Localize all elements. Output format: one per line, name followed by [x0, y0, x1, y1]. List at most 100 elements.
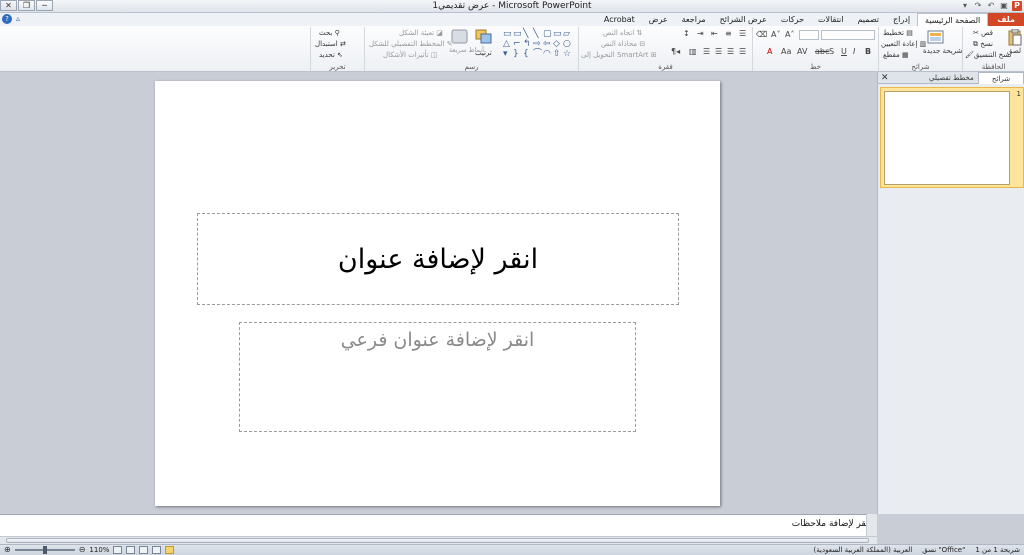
quick-styles-button[interactable]: أنماط سريعة [449, 47, 484, 54]
save-icon[interactable]: ▣ [999, 1, 1009, 11]
clear-formatting-icon[interactable]: ⌫ [756, 30, 767, 39]
reading-view-icon[interactable] [139, 546, 149, 554]
grow-font-icon[interactable]: A˄ [785, 30, 794, 39]
underline-icon[interactable]: U [841, 47, 847, 56]
align-text-button[interactable]: محاذاة النص ⊟ [601, 40, 645, 48]
shapes-gallery[interactable]: ▭ ▭ ╲ ╲ ▢ ▭ ▱ △ ⌐ ↰ ⇨ ⇦ ◇ ○ ▾ } { ⌒ ◠ ⇧ … [503, 29, 573, 59]
brace-shape-icon[interactable]: { [523, 49, 529, 59]
paste-icon[interactable] [1007, 28, 1023, 47]
zoom-slider-knob[interactable] [42, 546, 47, 554]
horizontal-scrollbar[interactable] [0, 536, 877, 544]
change-case-icon[interactable]: Aa [781, 47, 791, 56]
tab-6[interactable]: عرض الشرائح [713, 13, 774, 26]
zoom-in-icon[interactable]: ⊕ [4, 545, 11, 555]
fit-to-window-icon[interactable] [113, 546, 123, 554]
elbow-shape-icon[interactable]: ↰ [523, 39, 531, 49]
arrow-shape-icon[interactable]: ⇦ [543, 39, 551, 49]
numbering-icon[interactable]: ≡ [725, 29, 732, 38]
shrink-font-icon[interactable]: A˅ [771, 30, 780, 39]
oval-shape-icon[interactable]: ○ [563, 39, 571, 49]
zoom-slider[interactable] [14, 546, 75, 554]
align-center-icon[interactable]: ☰ [727, 47, 734, 56]
block-arrow-shape-icon[interactable]: ⇧ [553, 49, 561, 59]
tab-outline[interactable]: مخطط تفصيلي [924, 72, 979, 84]
zoom-out-icon[interactable]: ⊖ [79, 545, 86, 555]
italic-icon[interactable]: I [853, 47, 855, 56]
cut-button[interactable]: ✂ قص [973, 29, 993, 37]
shape-fill-button[interactable]: تعبئة الشكل ◪ [399, 29, 443, 37]
rectangle-shape-icon[interactable]: ▭ [513, 29, 522, 39]
font-color-icon[interactable]: A [767, 47, 772, 56]
replace-button[interactable]: استبدال ⇄ [315, 40, 346, 48]
help-icon[interactable]: ? [2, 14, 12, 24]
character-spacing-icon[interactable]: AV [797, 47, 807, 56]
bold-icon[interactable]: B [865, 47, 871, 56]
line-shape-icon[interactable]: ╲ [533, 29, 538, 39]
tab-4[interactable]: انتقالات [811, 13, 850, 26]
rtl-icon[interactable]: ¶◂ [671, 47, 680, 56]
tab-1[interactable]: الصفحة الرئيسية [917, 13, 989, 26]
gallery-more-icon[interactable]: ▾ [503, 49, 508, 59]
shape-outline-button[interactable]: المخطط التفصيلي للشكل ✎ [369, 40, 453, 48]
decrease-indent-icon[interactable]: ⇤ [711, 29, 718, 38]
new-slide-button[interactable]: شريحة جديدة [923, 47, 962, 55]
horizontal-scroll-thumb[interactable] [6, 538, 869, 543]
bullets-icon[interactable]: ☰ [739, 29, 746, 38]
format-painter-button[interactable]: 🖌نسخ التنسيق [965, 51, 1011, 59]
redo-icon[interactable]: ↷ [973, 1, 983, 11]
copy-button[interactable]: ⧉ نسخ [973, 40, 993, 49]
notes-vertical-scrollbar[interactable] [866, 514, 877, 536]
arrow-shape-icon[interactable]: ⇨ [533, 39, 541, 49]
reset-button[interactable]: إعادة التعيين ▥ [881, 40, 926, 48]
slide-thumbnail-selected[interactable]: 1 [880, 87, 1024, 188]
select-button[interactable]: تحديد ⇖ [319, 51, 343, 59]
rect-shape-icon[interactable]: ▭ [553, 29, 562, 39]
diamond-shape-icon[interactable]: ◇ [553, 39, 560, 49]
curve-shape-icon[interactable]: ⌒ [533, 49, 542, 59]
text-shadow-icon[interactable]: S [829, 47, 834, 56]
new-slide-icon[interactable] [927, 30, 944, 48]
close-pane-icon[interactable]: ✕ [881, 72, 889, 84]
tab-5[interactable]: حركات [774, 13, 811, 26]
brace-shape-icon[interactable]: } [513, 49, 519, 59]
quick-styles-icon[interactable] [451, 29, 468, 47]
tab-slides[interactable]: شرائح [978, 72, 1024, 84]
line-spacing-icon[interactable]: ↕ [683, 29, 690, 38]
convert-smartart-button[interactable]: التحويل إلى SmartArt ⊞ [581, 51, 657, 59]
connector-shape-icon[interactable]: ⌐ [513, 39, 521, 49]
arc-shape-icon[interactable]: ◠ [543, 49, 551, 59]
arrange-icon[interactable] [475, 29, 492, 47]
notes-placeholder[interactable]: انقر لإضافة ملاحظات [792, 519, 871, 529]
slide-thumbnail-image[interactable] [884, 91, 1010, 185]
increase-indent-icon[interactable]: ⇥ [697, 29, 704, 38]
rounded-rect-shape-icon[interactable]: ▢ [543, 29, 552, 39]
tab-7[interactable]: مراجعة [675, 13, 713, 26]
columns-icon[interactable]: ▥ [689, 47, 697, 56]
align-right-icon[interactable]: ☰ [739, 47, 746, 56]
text-box-shape-icon[interactable]: ▭ [503, 29, 512, 39]
tab-3[interactable]: تصميم [850, 13, 886, 26]
theme-name[interactable]: "Office" نسق [922, 545, 965, 555]
tab-9[interactable]: Acrobat [597, 13, 642, 26]
slide-sorter-view-icon[interactable] [152, 546, 162, 554]
slideshow-view-icon[interactable] [126, 546, 136, 554]
oval-shape-icon[interactable]: ▱ [563, 29, 570, 39]
powerpoint-logo-icon[interactable]: P [1012, 1, 1022, 11]
notes-pane[interactable]: انقر لإضافة ملاحظات [0, 514, 877, 536]
font-name-dropdown[interactable] [821, 30, 875, 40]
shape-effects-button[interactable]: تأثيرات الأشكال ◫ [383, 51, 438, 59]
title-placeholder[interactable]: انقر لإضافة عنوان [197, 213, 679, 305]
layout-button[interactable]: تخطيط ▤ [883, 29, 913, 37]
tab-8[interactable]: عرض [642, 13, 675, 26]
subtitle-placeholder[interactable]: انقر لإضافة عنوان فرعي [239, 322, 636, 432]
undo-icon[interactable]: ↶ [986, 1, 996, 11]
tab-2[interactable]: إدراج [886, 13, 917, 26]
font-size-dropdown[interactable] [799, 30, 819, 40]
line-shape-icon[interactable]: ╲ [523, 29, 528, 39]
find-button[interactable]: بحث ⚲ [319, 29, 340, 37]
strikethrough-icon[interactable]: abc [815, 47, 829, 56]
justify-icon[interactable]: ☰ [703, 47, 710, 56]
minimize-ribbon-icon[interactable]: ▵ [16, 14, 20, 24]
tab-0[interactable]: ملف [988, 13, 1024, 26]
star-shape-icon[interactable]: ☆ [563, 49, 571, 59]
